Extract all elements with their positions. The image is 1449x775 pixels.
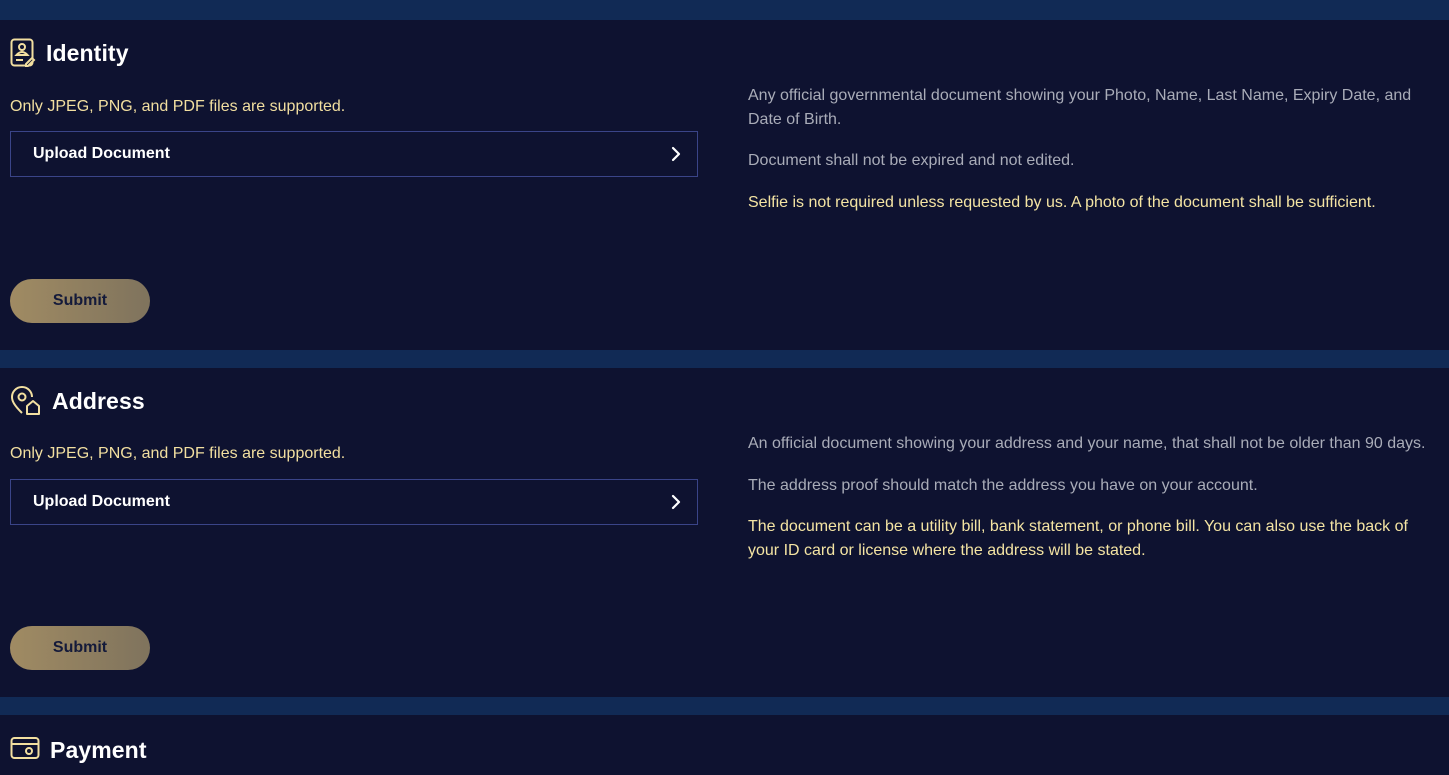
address-header: Address (10, 386, 145, 416)
address-info-3: The document can be a utility bill, bank… (748, 518, 1408, 559)
payment-card-icon (10, 735, 40, 765)
identity-upload-button[interactable]: Upload Document (10, 131, 698, 177)
identity-title: Identity (46, 39, 129, 66)
identity-supported-note: Only JPEG, PNG, and PDF files are suppor… (10, 98, 346, 115)
address-info-2: The address proof should match the addre… (748, 476, 1258, 494)
address-info-1: An official document showing your addres… (748, 435, 1426, 452)
address-title: Address (52, 387, 145, 414)
identity-header: Identity (10, 38, 129, 68)
chevron-right-icon (669, 493, 683, 511)
address-upload-button[interactable]: Upload Document (10, 479, 698, 525)
address-submit-button[interactable]: Submit (10, 626, 150, 670)
identity-section: Identity Only JPEG, PNG, and PDF files a… (0, 20, 1449, 350)
address-info: An official document showing your addres… (748, 432, 1438, 580)
payment-title: Payment (50, 736, 147, 763)
identity-info-3: Selfie is not required unless requested … (748, 193, 1376, 211)
identity-info: Any official governmental document showi… (748, 84, 1438, 232)
address-supported-note: Only JPEG, PNG, and PDF files are suppor… (10, 445, 346, 462)
payment-section: Payment (0, 715, 1449, 775)
identity-submit-button[interactable]: Submit (10, 279, 150, 323)
location-home-icon (10, 386, 42, 416)
payment-header: Payment (10, 735, 147, 765)
address-section: Address Only JPEG, PNG, and PDF files ar… (0, 368, 1449, 697)
address-upload-label: Upload Document (33, 493, 170, 510)
identity-upload-label: Upload Document (33, 145, 170, 162)
id-card-icon (10, 38, 36, 68)
identity-info-1: Any official governmental document showi… (748, 87, 1412, 128)
chevron-right-icon (669, 145, 683, 163)
identity-info-2: Document shall not be expired and not ed… (748, 152, 1075, 169)
